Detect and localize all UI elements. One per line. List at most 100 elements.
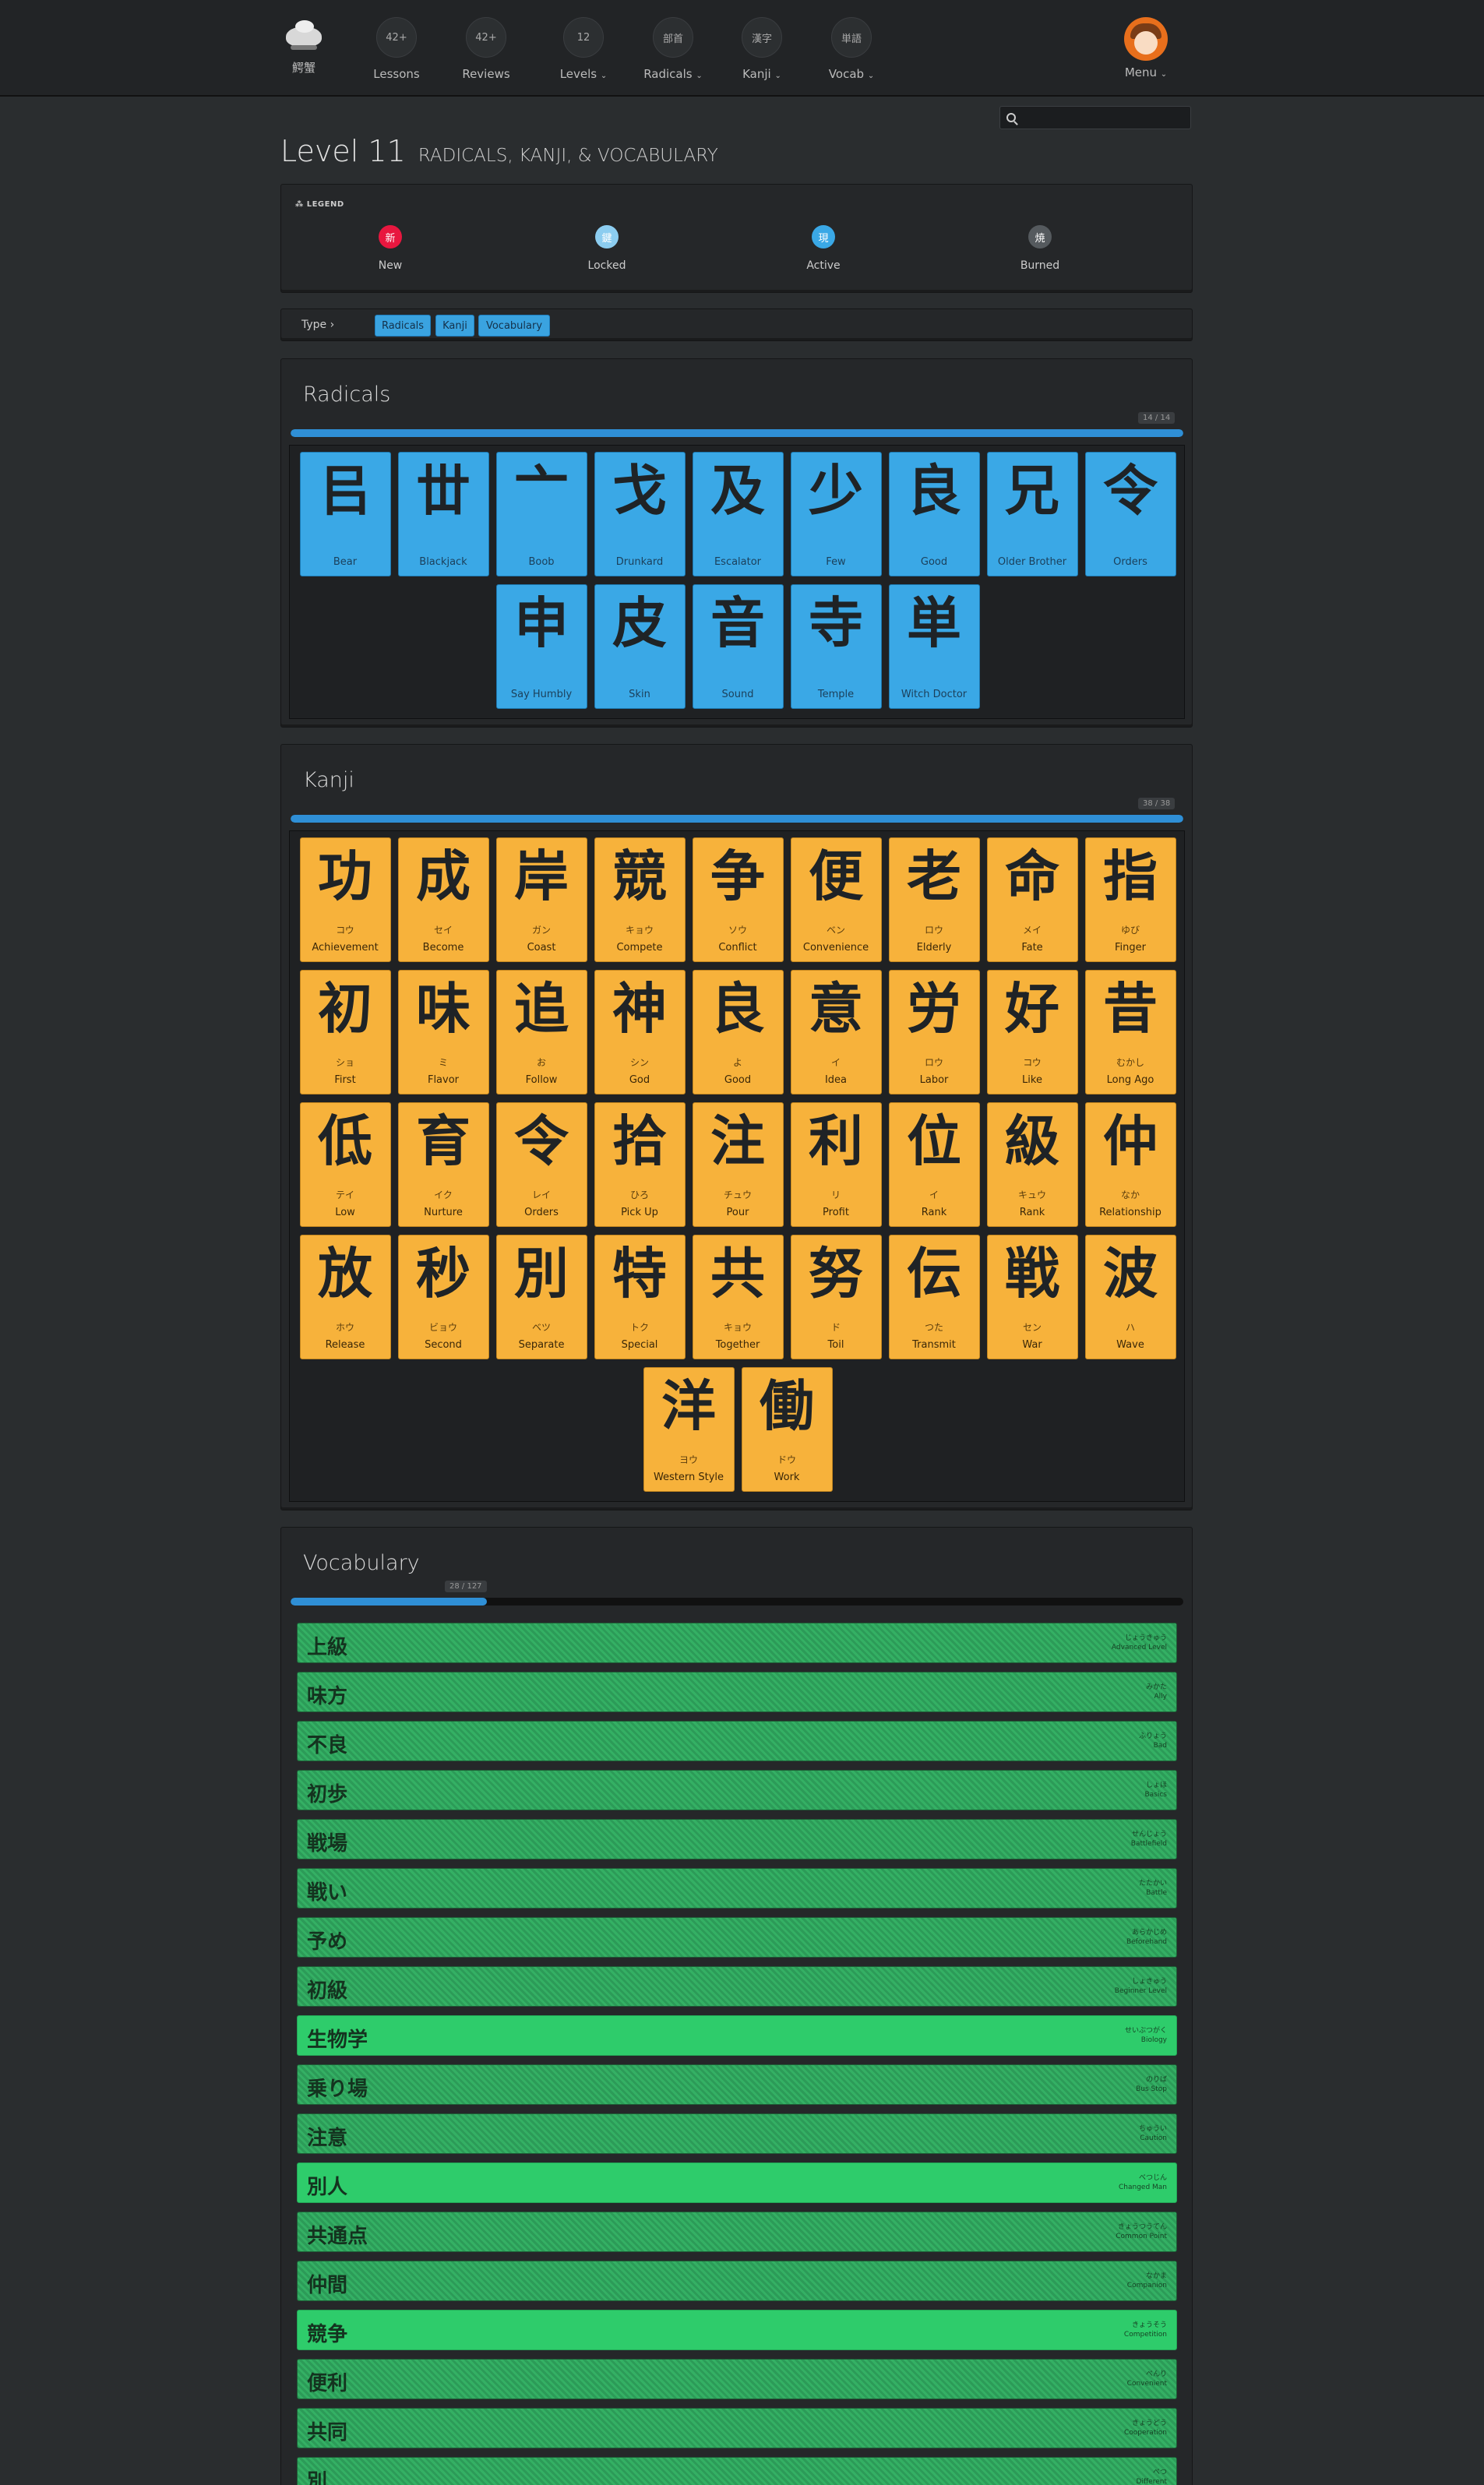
vocabulary-row[interactable]: 別人 べつじん Changed Man <box>297 2162 1177 2203</box>
kanji-tile[interactable]: 努ド Toil <box>790 1235 882 1359</box>
kanji-tile[interactable]: 初ショ First <box>299 970 391 1094</box>
logo-link[interactable]: 鰐蟹 <box>269 17 339 76</box>
radical-tile[interactable]: 戈 Drunkard <box>594 452 686 576</box>
kanji-tile[interactable]: 命メイ Fate <box>986 837 1078 962</box>
vocabulary-word: 共同 <box>307 2421 348 2444</box>
radical-tile[interactable]: 単 Witch Doctor <box>888 584 980 709</box>
kanji-tile[interactable]: 級キュウ Rank <box>986 1102 1078 1227</box>
radical-tile[interactable]: 良 Good <box>888 452 980 576</box>
radical-character: 兄 <box>1005 459 1059 523</box>
vocabulary-row[interactable]: 便利 べんり Convenient <box>297 2359 1177 2399</box>
kanji-tile[interactable]: 注チュウ Pour <box>692 1102 784 1227</box>
radical-tile[interactable]: 申 Say Humbly <box>495 584 587 709</box>
radical-tile[interactable]: 音 Sound <box>692 584 784 709</box>
search-input[interactable] <box>1022 111 1178 124</box>
vocabulary-row[interactable]: 共通点 きょうつうてん Common Point <box>297 2212 1177 2252</box>
kanji-tile[interactable]: 育イク Nurture <box>397 1102 489 1227</box>
kanji-tile[interactable]: 競キョウ Compete <box>594 837 686 962</box>
kanji-reading: ビョウ <box>428 1322 457 1333</box>
nav-lessons[interactable]: 42+ Lessons <box>361 17 432 81</box>
kanji-character: 味 <box>416 977 471 1041</box>
kanji-tile[interactable]: 仲なか Relationship <box>1084 1102 1176 1227</box>
radical-tile[interactable]: 令 Orders <box>1084 452 1176 576</box>
kanji-reading: ベツ <box>531 1322 551 1333</box>
vocabulary-row[interactable]: 乗り場 のりば Bus Stop <box>297 2064 1177 2105</box>
vocabulary-row[interactable]: 共同 きょうどう Cooperation <box>297 2408 1177 2448</box>
nav-kanji[interactable]: 漢字 Kanji ⌄ <box>727 17 797 81</box>
kanji-tile[interactable]: 働ドウ Work <box>741 1367 833 1492</box>
nav-levels[interactable]: 12 Levels ⌄ <box>548 17 619 81</box>
kanji-meaning: Pick Up <box>621 1207 658 1218</box>
kanji-tile[interactable]: 功コウ Achievement <box>299 837 391 962</box>
kanji-meaning: Like <box>1022 1074 1042 1086</box>
kanji-tile[interactable]: 神シン God <box>594 970 686 1094</box>
vocabulary-row[interactable]: 上級 じょうきゅう Advanced Level <box>297 1623 1177 1663</box>
kanji-tile[interactable]: 特トク Special <box>594 1235 686 1359</box>
kanji-tile[interactable]: 低テイ Low <box>299 1102 391 1227</box>
vocabulary-row[interactable]: 不良 ふりょう Bad <box>297 1721 1177 1761</box>
radical-tile[interactable]: 寺 Temple <box>790 584 882 709</box>
radical-tile[interactable]: 及 Escalator <box>692 452 784 576</box>
vocabulary-row[interactable]: 戦場 せんじょう Battlefield <box>297 1819 1177 1859</box>
kanji-tile[interactable]: 成セイ Become <box>397 837 489 962</box>
kanji-tile[interactable]: 令レイ Orders <box>495 1102 587 1227</box>
filter-radicals-button[interactable]: Radicals <box>375 315 431 337</box>
nav-menu[interactable]: Menu ⌄ <box>1111 17 1181 79</box>
vocabulary-row[interactable]: 初歩 しょほ Basics <box>297 1770 1177 1810</box>
vocabulary-meaning: Advanced Level <box>1111 1644 1167 1651</box>
filter-kanji-button[interactable]: Kanji <box>435 315 474 337</box>
vocabulary-row[interactable]: 別 べつ Different <box>297 2457 1177 2485</box>
filter-vocabulary-button[interactable]: Vocabulary <box>478 315 550 337</box>
kanji-tile[interactable]: 伝つた Transmit <box>888 1235 980 1359</box>
kanji-tile[interactable]: 放ホウ Release <box>299 1235 391 1359</box>
vocabulary-row[interactable]: 初級 しょきゅう Beginner Level <box>297 1966 1177 2007</box>
radical-tile[interactable]: 兄 Older Brother <box>986 452 1078 576</box>
vocabulary-reading: きょうつうてん <box>1117 2223 1167 2231</box>
kanji-tile[interactable]: 岸ガン Coast <box>495 837 587 962</box>
kanji-progress-bar <box>291 815 1183 823</box>
kanji-tile[interactable]: 良よ Good <box>692 970 784 1094</box>
kanji-tile[interactable]: 労ロウ Labor <box>888 970 980 1094</box>
kanji-tile[interactable]: 昔むかし Long Ago <box>1084 970 1176 1094</box>
vocabulary-row[interactable]: 味方 みかた Ally <box>297 1672 1177 1712</box>
radical-tile[interactable]: 亠 Boob <box>495 452 587 576</box>
radical-tile[interactable]: 㠯 Bear <box>299 452 391 576</box>
nav-vocab[interactable]: 単語 Vocab ⌄ <box>816 17 887 81</box>
vocabulary-row[interactable]: 戦い たたかい Battle <box>297 1868 1177 1909</box>
kanji-tile[interactable]: 戦セン War <box>986 1235 1078 1359</box>
vocabulary-row[interactable]: 予め あらかじめ Beforehand <box>297 1917 1177 1958</box>
kanji-tile[interactable]: 秒ビョウ Second <box>397 1235 489 1359</box>
kanji-tile[interactable]: 老ロウ Elderly <box>888 837 980 962</box>
kanji-meaning: Achievement <box>312 942 379 953</box>
kanji-tile[interactable]: 争ソウ Conflict <box>692 837 784 962</box>
radical-meaning: Good <box>920 556 948 568</box>
vocabulary-meaning: Competition <box>1123 2331 1167 2339</box>
kanji-tile[interactable]: 意イ Idea <box>790 970 882 1094</box>
vocabulary-meaning: Beginner Level <box>1114 1987 1167 1995</box>
nav-reviews[interactable]: 42+ Reviews <box>451 17 521 81</box>
radical-tile[interactable]: 丗 Blackjack <box>397 452 489 576</box>
kanji-tile[interactable]: 追お Follow <box>495 970 587 1094</box>
radical-tile[interactable]: 少 Few <box>790 452 882 576</box>
kanji-tile[interactable]: 味ミ Flavor <box>397 970 489 1094</box>
legend-new-icon: 新 <box>379 225 402 248</box>
kanji-tile[interactable]: 拾ひろ Pick Up <box>594 1102 686 1227</box>
kanji-progress-fill <box>291 815 1183 823</box>
kanji-tile[interactable]: 指ゆび Finger <box>1084 837 1176 962</box>
kanji-tile[interactable]: 位イ Rank <box>888 1102 980 1227</box>
kanji-tile[interactable]: 好コウ Like <box>986 970 1078 1094</box>
nav-radicals[interactable]: 部首 Radicals ⌄ <box>638 17 708 81</box>
kanji-tile[interactable]: 波ハ Wave <box>1084 1235 1176 1359</box>
kanji-tile[interactable]: 洋ヨウ Western Style <box>643 1367 735 1492</box>
kanji-tile[interactable]: 別ベツ Separate <box>495 1235 587 1359</box>
nav-radicals-label: Radicals <box>643 67 693 81</box>
vocabulary-row[interactable]: 仲間 なかま Companion <box>297 2261 1177 2301</box>
kanji-tile[interactable]: 便ベン Convenience <box>790 837 882 962</box>
kanji-tile[interactable]: 共キョウ Together <box>692 1235 784 1359</box>
vocabulary-row[interactable]: 競争 きょうそう Competition <box>297 2310 1177 2350</box>
vocabulary-row[interactable]: 注意 ちゅうい Caution <box>297 2113 1177 2154</box>
kanji-tile[interactable]: 利リ Profit <box>790 1102 882 1227</box>
radical-tile[interactable]: 皮 Skin <box>594 584 686 709</box>
vocabulary-meaning: Beforehand <box>1126 1938 1167 1946</box>
vocabulary-row[interactable]: 生物学 せいぶつがく Biology <box>297 2015 1177 2056</box>
